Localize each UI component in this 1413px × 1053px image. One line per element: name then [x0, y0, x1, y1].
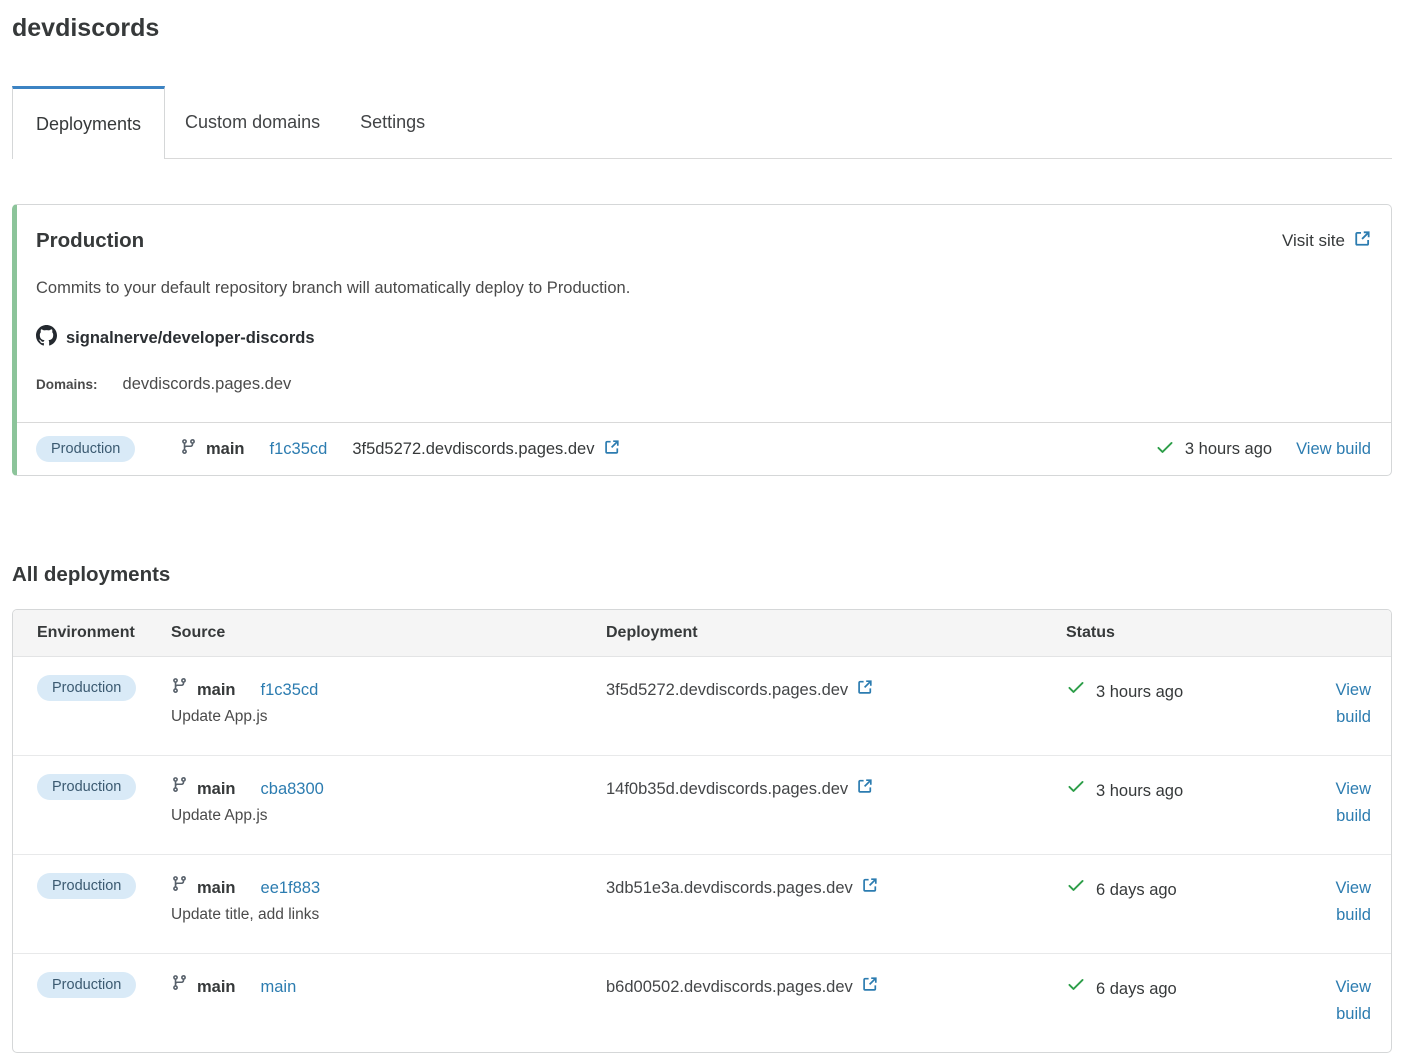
- environment-badge: Production: [37, 774, 137, 800]
- branch-name: main: [197, 780, 236, 798]
- tab-bar: Deployments Custom domains Settings: [12, 86, 1392, 159]
- deployment-url-link[interactable]: b6d00502.devdiscords.pages.dev: [606, 974, 878, 1000]
- external-link-icon: [604, 439, 620, 460]
- environment-badge: Production: [36, 436, 136, 462]
- column-header-deployment: Deployment: [606, 624, 698, 641]
- repository-name: signalnerve/developer-discords: [66, 328, 315, 347]
- commit-message: Update App.js: [171, 708, 268, 725]
- tab-custom-domains[interactable]: Custom domains: [165, 86, 340, 158]
- deployment-url-link[interactable]: 3f5d5272.devdiscords.pages.dev: [606, 677, 873, 703]
- environment-badge: Production: [37, 873, 137, 899]
- check-icon: [1066, 677, 1086, 706]
- deployment-url: 3db51e3a.devdiscords.pages.dev: [606, 879, 853, 897]
- deployment-row: Production main f1c35cd Update App.js 3f…: [13, 657, 1391, 756]
- external-link-icon: [862, 875, 878, 901]
- view-build-link[interactable]: View build: [1296, 440, 1371, 459]
- deployment-time: 3 hours ago: [1096, 781, 1184, 800]
- environment-badge: Production: [37, 675, 137, 701]
- environment-badge: Production: [37, 972, 137, 998]
- tab-deployments[interactable]: Deployments: [12, 86, 166, 159]
- git-branch-icon: [171, 974, 188, 1000]
- deployment-time: 6 days ago: [1096, 979, 1177, 998]
- production-card: Production Visit site Commits to your de…: [12, 204, 1392, 476]
- branch-name: main: [197, 681, 236, 699]
- git-branch-icon: [180, 438, 197, 460]
- deployment-url: 3f5d5272.devdiscords.pages.dev: [606, 681, 849, 699]
- deployment-url-link[interactable]: 14f0b35d.devdiscords.pages.dev: [606, 776, 873, 802]
- deployment-time: 3 hours ago: [1096, 682, 1184, 701]
- all-deployments-title: All deployments: [12, 563, 171, 586]
- deployments-table-body: Production main f1c35cd Update App.js 3f…: [13, 657, 1391, 1052]
- check-icon: [1066, 776, 1086, 805]
- branch-name: main: [197, 978, 236, 996]
- production-card-title: Production: [36, 229, 145, 252]
- github-icon: [36, 325, 57, 351]
- check-icon: [1066, 875, 1086, 904]
- branch-name: main: [197, 879, 236, 897]
- view-build-link[interactable]: View build: [1336, 978, 1371, 1023]
- column-header-status: Status: [1066, 624, 1115, 641]
- deployment-url-link[interactable]: 3f5d5272.devdiscords.pages.dev: [352, 439, 619, 460]
- commit-link[interactable]: f1c35cd: [270, 440, 328, 459]
- commit-link[interactable]: main: [261, 974, 297, 1000]
- deployment-row: Production main main b6d00502.devdiscord…: [13, 954, 1391, 1052]
- commit-message: Update title, add links: [171, 906, 320, 923]
- external-link-icon: [862, 974, 878, 1000]
- deployments-table-header: Environment Source Deployment Status: [13, 610, 1391, 657]
- check-icon: [1155, 437, 1175, 462]
- column-header-environment: Environment: [37, 624, 135, 641]
- page-title: devdiscords: [12, 14, 160, 42]
- production-card-body: Production Visit site Commits to your de…: [17, 205, 1391, 422]
- git-branch-icon: [171, 875, 188, 901]
- external-link-icon: [857, 776, 873, 802]
- view-build-link[interactable]: View build: [1336, 879, 1371, 924]
- view-build-link[interactable]: View build: [1336, 681, 1371, 726]
- deployment-row: Production main cba8300 Update App.js 14…: [13, 756, 1391, 855]
- branch-name: main: [206, 439, 245, 458]
- external-link-icon: [857, 677, 873, 703]
- commit-link[interactable]: f1c35cd: [261, 677, 319, 703]
- view-build-link[interactable]: View build: [1336, 780, 1371, 825]
- deployment-row: Production main ee1f883 Update title, ad…: [13, 855, 1391, 954]
- deployment-time: 3 hours ago: [1184, 439, 1273, 458]
- deployment-url: 14f0b35d.devdiscords.pages.dev: [606, 780, 849, 798]
- commit-link[interactable]: cba8300: [261, 776, 324, 802]
- external-link-icon: [1354, 230, 1371, 252]
- deployments-table: Environment Source Deployment Status Pro…: [12, 609, 1392, 1053]
- domains-line: Domains: devdiscords.pages.dev: [36, 375, 1371, 394]
- tab-settings[interactable]: Settings: [340, 86, 445, 158]
- deployment-time: 6 days ago: [1096, 880, 1177, 899]
- domains-label: Domains:: [36, 377, 98, 392]
- domains-value: devdiscords.pages.dev: [122, 375, 292, 393]
- commit-message: Update App.js: [171, 807, 268, 824]
- deployment-url: b6d00502.devdiscords.pages.dev: [606, 978, 853, 996]
- repository-line: signalnerve/developer-discords: [36, 325, 1371, 351]
- visit-site-link[interactable]: Visit site: [1282, 230, 1371, 252]
- production-latest-deployment-row: Production main f1c35cd 3f5d5272.devdisc…: [17, 422, 1391, 475]
- git-branch-icon: [171, 776, 188, 802]
- production-description: Commits to your default repository branc…: [36, 279, 631, 297]
- visit-site-label: Visit site: [1282, 231, 1345, 250]
- deployment-url: 3f5d5272.devdiscords.pages.dev: [352, 439, 595, 458]
- check-icon: [1066, 974, 1086, 1003]
- commit-link[interactable]: ee1f883: [261, 875, 321, 901]
- deployment-url-link[interactable]: 3db51e3a.devdiscords.pages.dev: [606, 875, 878, 901]
- pages-project-page: devdiscords Deployments Custom domains S…: [12, 0, 1392, 1053]
- git-branch-icon: [171, 677, 188, 703]
- column-header-source: Source: [171, 624, 226, 641]
